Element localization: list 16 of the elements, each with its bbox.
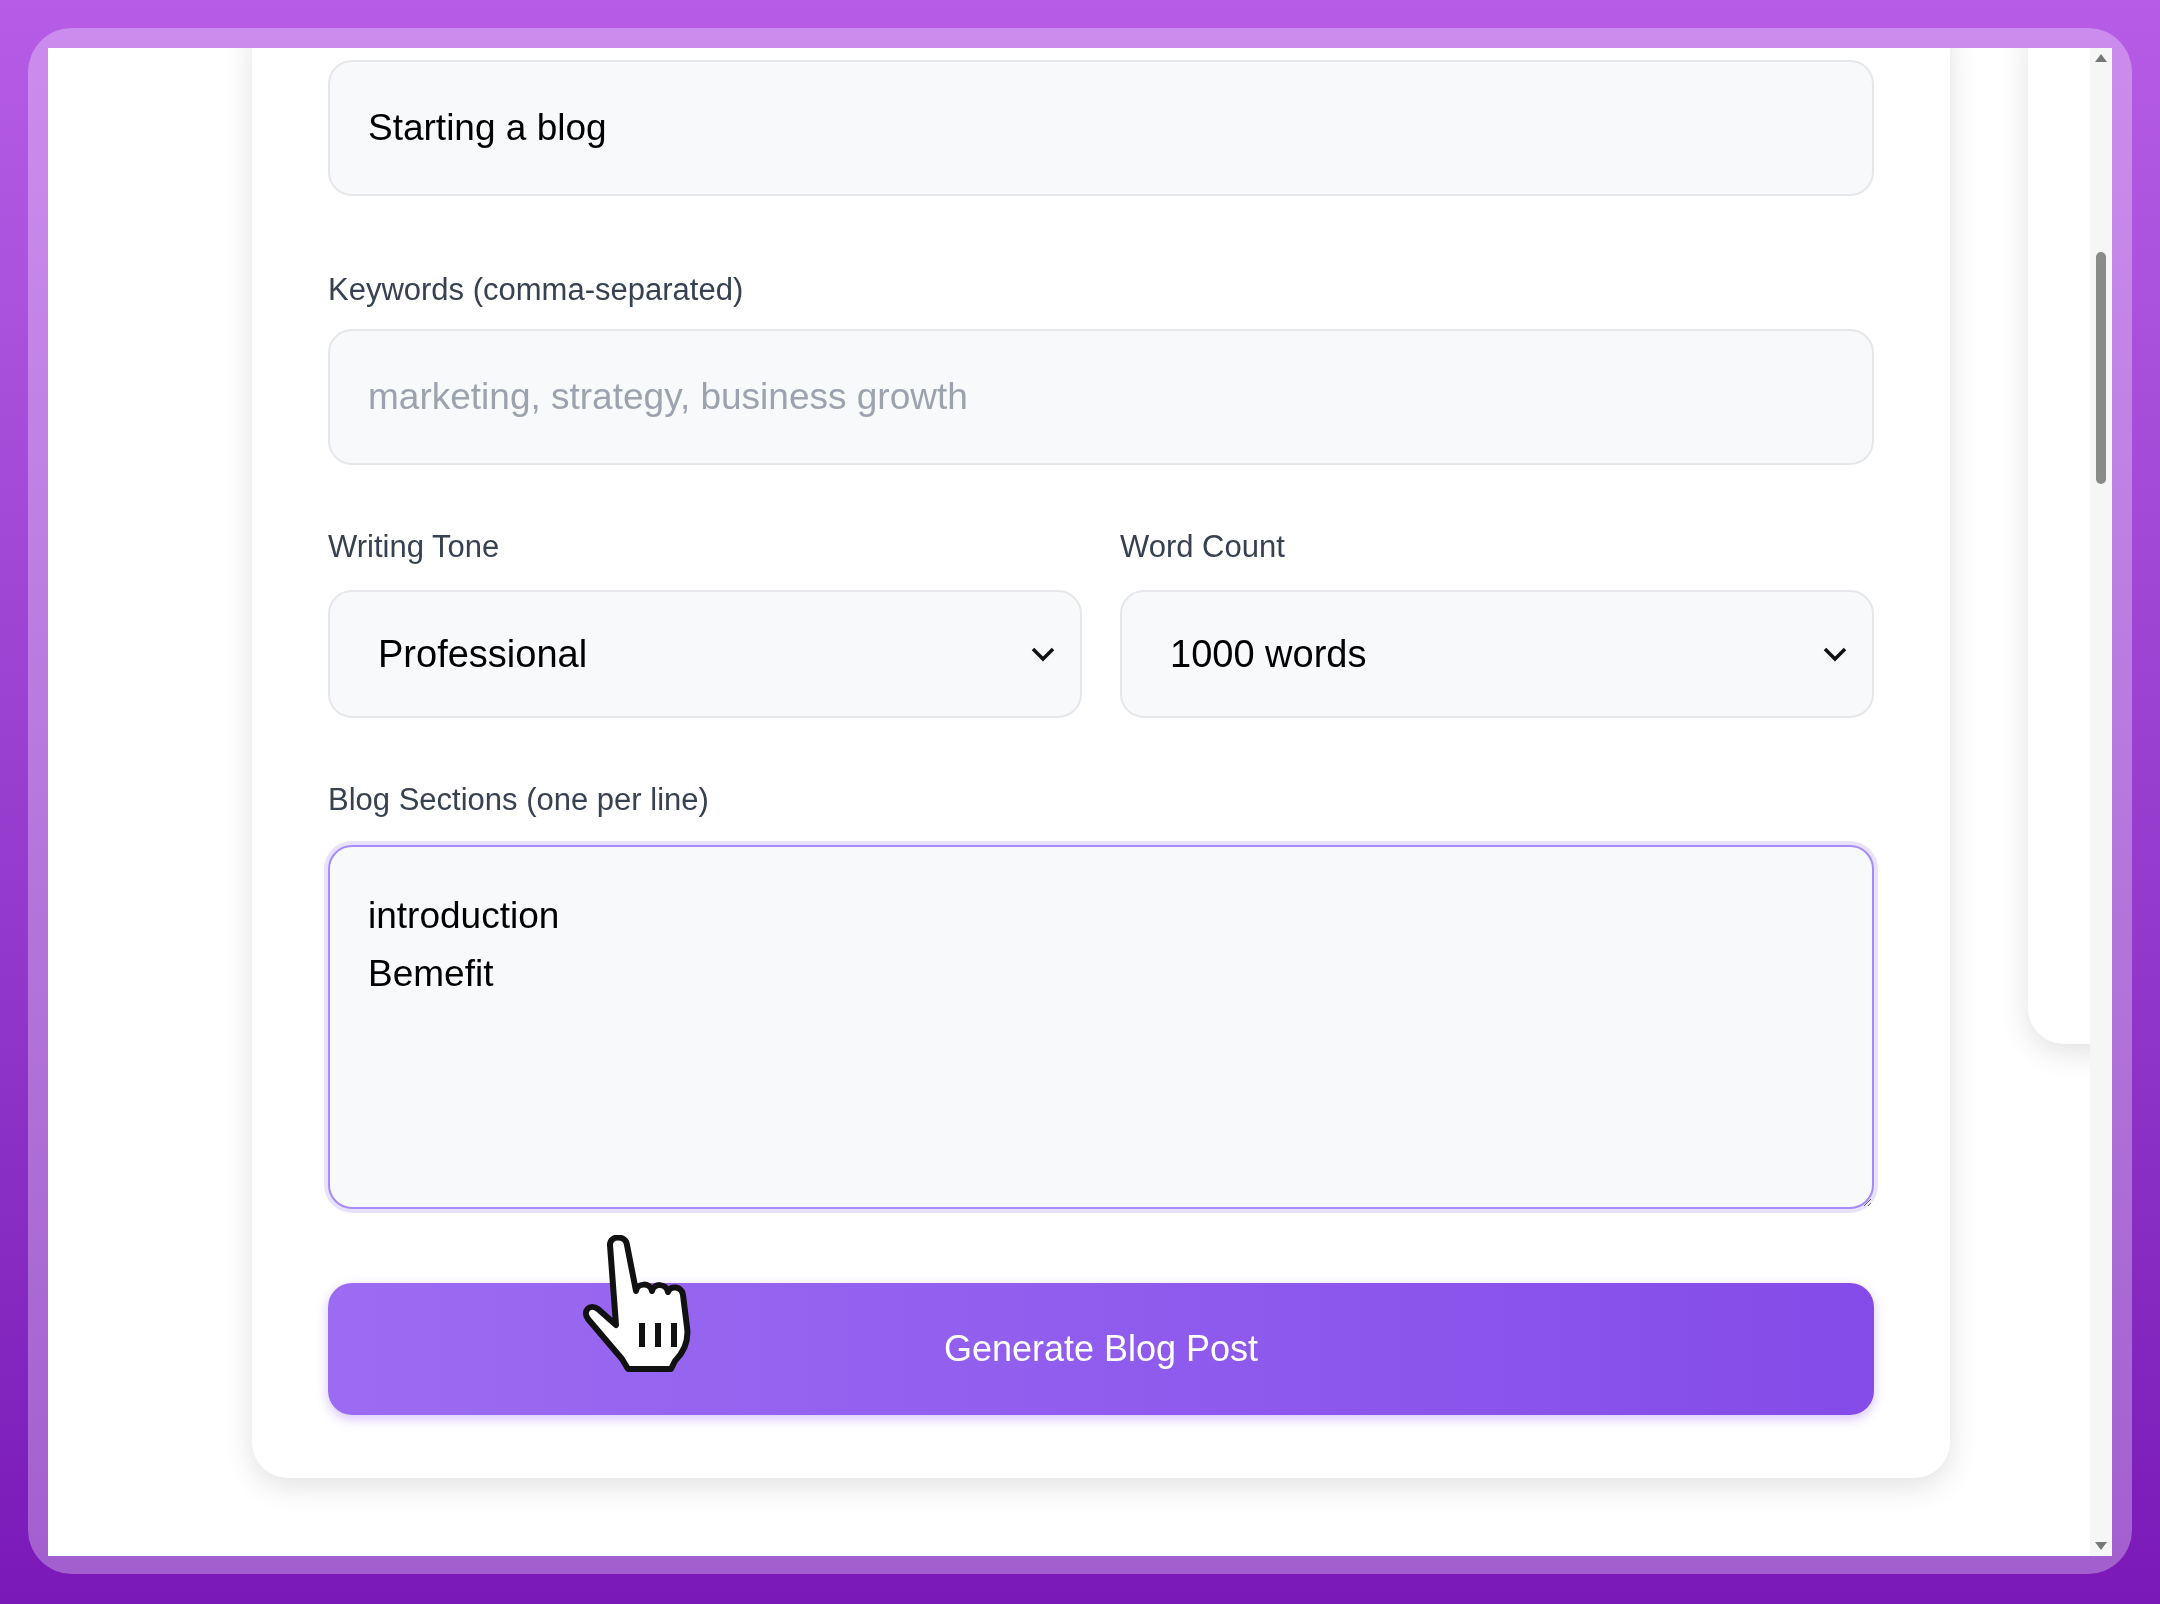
chevron-down-icon	[1030, 646, 1056, 662]
chevron-down-icon	[1822, 646, 1848, 662]
generate-button[interactable]: Generate Blog Post	[328, 1283, 1874, 1415]
field-label: Keywords (comma-separated)	[328, 274, 745, 305]
scroll-up-icon[interactable]	[2095, 54, 2107, 62]
keywords-field[interactable]: marketing, strategy, business growth	[328, 329, 1874, 465]
word-count-select[interactable]: 1000 words	[1120, 590, 1874, 718]
topic-field[interactable]: Starting a blog	[328, 60, 1874, 196]
tone-select[interactable]: Professional	[328, 590, 1082, 718]
scrollbar-thumb[interactable]	[2096, 252, 2106, 484]
field-label: Blog Sections (one per line)	[328, 784, 710, 815]
scroll-down-icon[interactable]	[2095, 1542, 2107, 1550]
field-label: Word Count	[1120, 531, 1286, 562]
field-label: Writing Tone	[328, 531, 501, 562]
scrollbar[interactable]	[2090, 48, 2112, 1556]
sections-field[interactable]: introduction Bemefit	[328, 845, 1874, 1209]
